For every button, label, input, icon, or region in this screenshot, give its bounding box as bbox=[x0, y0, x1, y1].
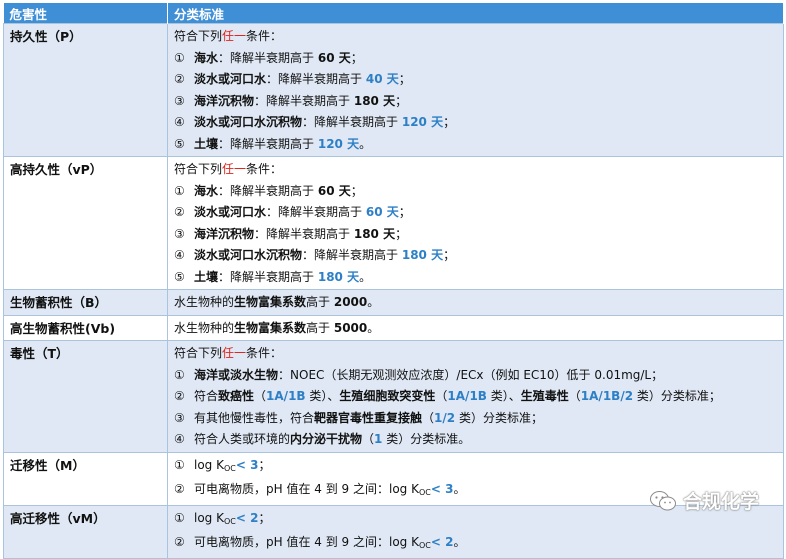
watermark: 合规化学 bbox=[649, 487, 759, 514]
hazard-name: 高迁移性（vM） bbox=[3, 504, 168, 559]
criteria-item: ⑤ 土壤：降解半衰期高于 180 天。 bbox=[174, 269, 372, 284]
criteria-item: ② 淡水或河口水：降解半衰期高于 60 天； bbox=[174, 205, 411, 219]
criteria-item: ① 海水：降解半衰期高于 60 天； bbox=[174, 183, 363, 198]
wechat-icon bbox=[649, 490, 677, 512]
table-row-b: 生物蓄积性（B） 水生物种的生物富集系数高于 2000。 bbox=[3, 289, 784, 316]
hazard-name: 持久性（P） bbox=[3, 23, 168, 157]
criteria-item: ④ 符合人类或环境的内分泌干扰物（1 类）分类标准。 bbox=[174, 432, 471, 446]
table-row-t: 毒性（T） 符合下列任一条件： ① 海洋或淡水生物：NOEC（长期无观测效应浓度）… bbox=[3, 340, 784, 453]
criteria-cell: 符合下列任一条件： ① 海水：降解半衰期高于 60 天； ② 淡水或河口水：降解半衰… bbox=[167, 156, 784, 290]
criteria-cell: 水生物种的生物富集系数高于 2000。 bbox=[167, 289, 784, 316]
criteria-intro: 符合下列任一条件： bbox=[174, 29, 283, 43]
table-header-row: 危害性 分类标准 bbox=[3, 3, 784, 24]
criteria-cell: 符合下列任一条件： ① 海洋或淡水生物：NOEC（长期无观测效应浓度）/ECx（例… bbox=[167, 340, 784, 453]
criteria-item: ⑤ 土壤：降解半衰期高于 120 天。 bbox=[174, 136, 372, 151]
header-hazard: 危害性 bbox=[3, 3, 168, 24]
criteria-item: ③ 海洋沉积物：降解半衰期高于 180 天； bbox=[174, 226, 408, 241]
table-row-p: 持久性（P） 符合下列任一条件： ① 海水：降解半衰期高于 60 天； ② 淡水或河… bbox=[3, 23, 784, 157]
hazard-name: 生物蓄积性（B） bbox=[3, 289, 168, 316]
criteria-item: ① 海洋或淡水生物：NOEC（长期无观测效应浓度）/ECx（例如 EC10）低于 … bbox=[174, 367, 664, 382]
criteria-item: ② 可电离物质，pH 值在 4 到 9 之间：log KOC< 2。 bbox=[174, 535, 466, 550]
criteria-item: ② 符合致癌性（1A/1B 类）、生殖细胞致突变性（1A/1B 类）、生殖毒性（1… bbox=[174, 389, 721, 403]
hazard-name: 毒性（T） bbox=[3, 340, 168, 453]
criteria-item: ④ 淡水或河口水沉积物：降解半衰期高于 120 天； bbox=[174, 115, 456, 129]
hazard-name: 高生物蓄积性(Vb) bbox=[3, 314, 168, 341]
criteria-cell: 水生物种的生物富集系数高于 5000。 bbox=[167, 314, 784, 341]
criteria-item: ① log KOC< 3； bbox=[174, 457, 271, 473]
hazard-criteria-table: 危害性 分类标准 持久性（P） 符合下列任一条件： ① 海水：降解半衰期高于 60… bbox=[3, 3, 784, 559]
table-row-vb: 高生物蓄积性(Vb) 水生物种的生物富集系数高于 5000。 bbox=[3, 314, 784, 341]
criteria-intro: 符合下列任一条件： bbox=[174, 346, 283, 360]
hazard-name: 高持久性（vP） bbox=[3, 156, 168, 290]
criteria-item: ③ 海洋沉积物：降解半衰期高于 180 天； bbox=[174, 93, 408, 108]
criteria-item: ④ 淡水或河口水沉积物：降解半衰期高于 180 天； bbox=[174, 248, 456, 262]
criteria-item: ① 海水：降解半衰期高于 60 天； bbox=[174, 50, 363, 65]
criteria-cell: 符合下列任一条件： ① 海水：降解半衰期高于 60 天； ② 淡水或河口水：降解半衰… bbox=[167, 23, 784, 157]
criteria-intro: 符合下列任一条件： bbox=[174, 162, 283, 176]
hazard-name: 迁移性（M） bbox=[3, 451, 168, 506]
criteria-item: 水生物种的生物富集系数高于 5000。 bbox=[174, 320, 380, 335]
criteria-item: ② 淡水或河口水：降解半衰期高于 40 天； bbox=[174, 72, 411, 86]
criteria-item: 水生物种的生物富集系数高于 2000。 bbox=[174, 295, 380, 309]
criteria-item: ③ 有其他慢性毒性，符合靶器官毒性重复接触（1/2 类）分类标准； bbox=[174, 410, 543, 425]
header-criteria: 分类标准 bbox=[167, 3, 784, 24]
watermark-text: 合规化学 bbox=[682, 491, 759, 513]
table-row-vp: 高持久性（vP） 符合下列任一条件： ① 海水：降解半衰期高于 60 天； ② 淡水… bbox=[3, 156, 784, 290]
